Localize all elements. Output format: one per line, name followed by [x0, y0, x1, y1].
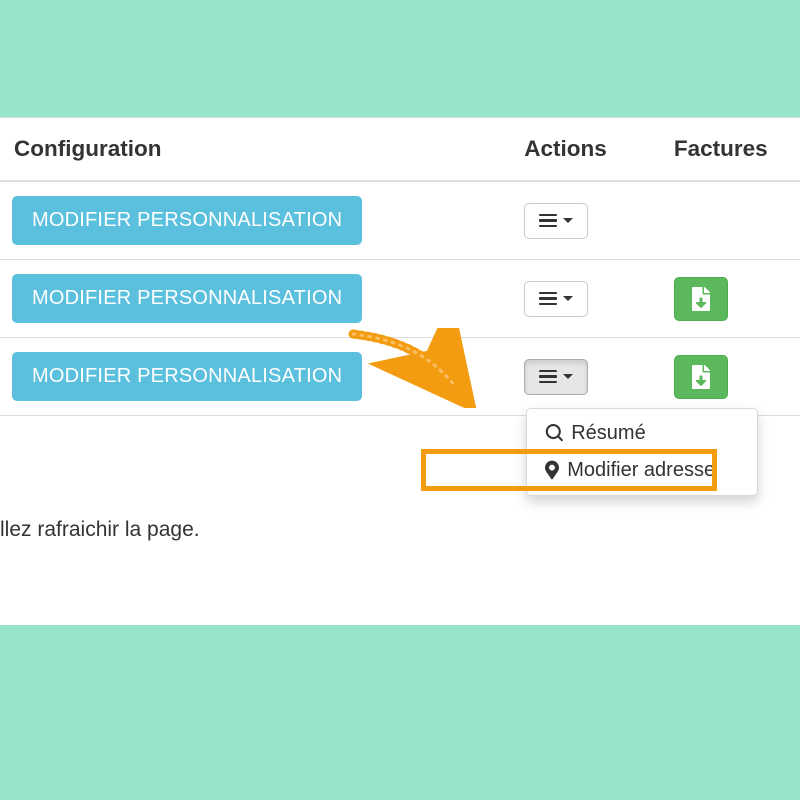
- dropdown-item-label: Modifier adresse: [567, 459, 715, 482]
- actions-dropdown-button[interactable]: [524, 281, 588, 317]
- refresh-page-text: llez rafraichir la page.: [0, 518, 200, 542]
- actions-dropdown-button[interactable]: [524, 203, 588, 239]
- config-table: Configuration Actions Factures MODIFIER …: [0, 118, 800, 416]
- header-configuration: Configuration: [0, 118, 512, 181]
- menu-icon: [539, 214, 557, 228]
- content-panel: Configuration Actions Factures MODIFIER …: [0, 117, 800, 625]
- dropdown-item-label: Résumé: [571, 422, 645, 445]
- file-pdf-icon: [690, 365, 712, 389]
- menu-icon: [539, 370, 557, 384]
- table-row: MODIFIER PERSONNALISATION: [0, 181, 800, 260]
- table-row: MODIFIER PERSONNALISATION: [0, 260, 800, 338]
- modify-personalization-button[interactable]: MODIFIER PERSONNALISATION: [12, 352, 362, 401]
- modify-personalization-button[interactable]: MODIFIER PERSONNALISATION: [12, 274, 362, 323]
- header-actions: Actions: [512, 118, 662, 181]
- dropdown-item-resume[interactable]: Résumé: [527, 415, 757, 452]
- caret-down-icon: [563, 218, 573, 223]
- dropdown-item-modifier-adresse[interactable]: Modifier adresse: [527, 452, 757, 489]
- actions-dropdown-menu: Résumé Modifier adresse: [526, 408, 758, 496]
- invoice-pdf-button[interactable]: [674, 277, 728, 321]
- file-pdf-icon: [690, 287, 712, 311]
- actions-dropdown-button[interactable]: [524, 359, 588, 395]
- map-marker-icon: [545, 460, 559, 480]
- invoice-pdf-button[interactable]: [674, 355, 728, 399]
- caret-down-icon: [563, 296, 573, 301]
- search-icon: [545, 424, 563, 442]
- header-factures: Factures: [662, 118, 800, 181]
- modify-personalization-button[interactable]: MODIFIER PERSONNALISATION: [12, 196, 362, 245]
- table-row: MODIFIER PERSONNALISATION: [0, 338, 800, 416]
- caret-down-icon: [563, 374, 573, 379]
- menu-icon: [539, 292, 557, 306]
